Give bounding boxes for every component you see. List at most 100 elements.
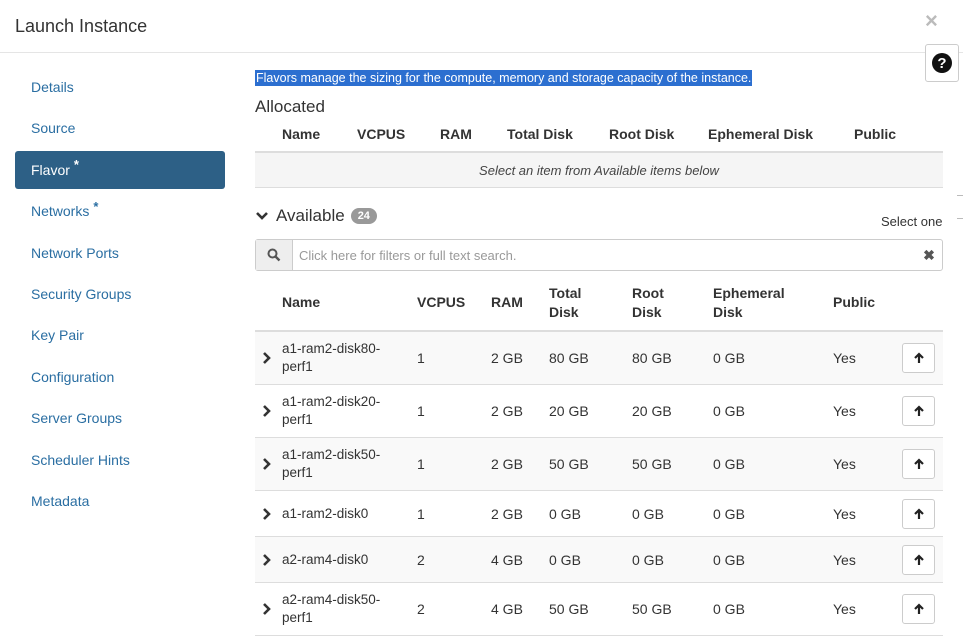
table-row[interactable]: a2-ram4-disk50-perf1 2 4 GB 50 GB 50 GB …	[255, 583, 943, 636]
column-header[interactable]: Root Disk	[632, 284, 664, 322]
column-header[interactable]: Name	[282, 126, 320, 142]
chevron-right-icon[interactable]	[262, 507, 272, 520]
table-row[interactable]: a2-ram4-disk0 2 4 GB 0 GB 0 GB 0 GB Yes	[255, 537, 943, 583]
nav-item-label: Scheduler Hints	[31, 451, 130, 468]
chevron-right-icon[interactable]	[262, 553, 272, 566]
column-header[interactable]: RAM	[491, 293, 523, 312]
column-header[interactable]: Ephemeral Disk	[708, 126, 813, 142]
flavor-name: a2-ram4-disk50-perf1	[282, 592, 381, 625]
flavor-total-disk: 50 GB	[549, 601, 589, 617]
clear-icon[interactable]: ✖	[916, 240, 942, 270]
flavor-name: a2-ram4-disk0	[282, 551, 369, 567]
column-header-line: Ephemeral	[713, 285, 785, 301]
column-header-line: Disk	[632, 304, 662, 320]
flavor-root-disk: 50 GB	[632, 456, 672, 472]
flavor-public: Yes	[833, 551, 856, 568]
flavor-public: Yes	[833, 601, 856, 617]
table-row[interactable]: a1-ram2-disk0 1 2 GB 0 GB 0 GB 0 GB Yes	[255, 491, 943, 537]
arrow-up-icon	[913, 553, 924, 565]
divider	[957, 195, 963, 196]
nav-item-label: Flavor	[31, 161, 70, 178]
flavor-ram: 2 GB	[491, 403, 523, 419]
table-row[interactable]: a1-ram2-disk80-perf1 1 2 GB 80 GB 80 GB …	[255, 332, 943, 385]
table-row[interactable]: a1-ram2-disk20-perf1 1 2 GB 20 GB 20 GB …	[255, 385, 943, 438]
nav-item-configuration[interactable]: Configuration	[15, 358, 225, 396]
allocate-button[interactable]	[902, 343, 935, 373]
nav-item-label: Key Pair	[31, 327, 84, 344]
nav-item-label: Details	[31, 79, 74, 95]
chevron-right-icon[interactable]	[262, 603, 272, 615]
flavor-ephemeral-disk: 0 GB	[713, 403, 745, 419]
nav-item-security-groups[interactable]: Security Groups	[15, 275, 225, 313]
search-icon	[256, 240, 293, 270]
chevron-right-icon[interactable]	[262, 405, 272, 417]
flavor-total-disk: 50 GB	[549, 456, 589, 472]
flavor-root-disk: 80 GB	[632, 350, 672, 366]
allocate-button[interactable]	[902, 449, 935, 479]
flavor-ephemeral-disk: 0 GB	[713, 551, 745, 568]
flavor-public: Yes	[833, 350, 856, 366]
column-header-line: Disk	[549, 304, 579, 320]
arrow-up-icon	[913, 603, 924, 614]
arrow-up-icon	[913, 405, 924, 416]
flavor-name: a1-ram2-disk80-perf1	[282, 341, 381, 374]
allocate-button[interactable]	[902, 498, 935, 529]
flavor-vcpus: 1	[417, 350, 425, 366]
flavor-public: Yes	[833, 403, 856, 419]
search-bar: ✖	[255, 239, 943, 271]
column-header[interactable]: Total Disk	[507, 126, 573, 142]
nav-item-details[interactable]: Details	[15, 68, 225, 106]
flavor-total-disk: 0 GB	[549, 505, 581, 522]
column-header[interactable]: Name	[282, 293, 320, 312]
close-icon[interactable]: ×	[925, 10, 938, 32]
column-header[interactable]: VCPUS	[417, 293, 465, 312]
nav-item-key-pair[interactable]: Key Pair	[15, 316, 225, 354]
column-header[interactable]: VCPUS	[357, 126, 405, 142]
column-header[interactable]: Root Disk	[609, 126, 674, 142]
help-button[interactable]: ?	[925, 44, 959, 82]
chevron-right-icon[interactable]	[262, 352, 272, 364]
nav-item-network-ports[interactable]: Network Ports	[15, 234, 225, 272]
flavor-ephemeral-disk: 0 GB	[713, 505, 745, 522]
column-header[interactable]: Public	[833, 293, 875, 312]
flavor-root-disk: 20 GB	[632, 403, 672, 419]
allocated-title: Allocated	[255, 97, 325, 116]
flavor-ram: 4 GB	[491, 601, 523, 617]
question-icon: ?	[932, 53, 952, 73]
flavor-vcpus: 1	[417, 456, 425, 472]
nav-item-networks[interactable]: Networks *	[15, 192, 225, 230]
table-row[interactable]: a1-ram2-disk50-perf1 1 2 GB 50 GB 50 GB …	[255, 438, 943, 491]
flavor-ram: 2 GB	[491, 456, 523, 472]
flavor-public: Yes	[833, 505, 856, 522]
flavor-ephemeral-disk: 0 GB	[713, 601, 745, 617]
column-header[interactable]: RAM	[440, 126, 472, 142]
nav-item-label: Configuration	[31, 368, 115, 385]
column-header[interactable]: Ephemeral Disk	[713, 284, 785, 322]
nav-item-scheduler-hints[interactable]: Scheduler Hints	[15, 441, 225, 479]
column-header[interactable]: Total Disk	[549, 284, 581, 322]
available-count-badge: 24	[350, 208, 377, 224]
nav-item-source[interactable]: Source	[15, 109, 225, 147]
flavor-name: a1-ram2-disk0	[282, 505, 369, 521]
available-toggle[interactable]: Available 24	[255, 206, 377, 226]
nav-item-label: Security Groups	[31, 285, 132, 302]
nav-item-metadata[interactable]: Metadata	[15, 482, 225, 520]
flavor-ram: 2 GB	[491, 505, 523, 522]
flavor-ephemeral-disk: 0 GB	[713, 350, 745, 366]
available-table-body: a1-ram2-disk80-perf1 1 2 GB 80 GB 80 GB …	[255, 332, 943, 636]
nav-item-label: Metadata	[31, 492, 90, 509]
nav-item-flavor[interactable]: Flavor *	[15, 150, 225, 189]
allocate-button[interactable]	[902, 594, 935, 624]
required-marker: *	[93, 198, 99, 214]
flavor-ephemeral-disk: 0 GB	[713, 456, 745, 472]
column-header[interactable]: Public	[854, 126, 896, 142]
search-input[interactable]	[293, 240, 916, 270]
allocate-button[interactable]	[902, 396, 935, 426]
allocate-button[interactable]	[902, 544, 935, 575]
required-marker: *	[73, 157, 79, 173]
flavor-vcpus: 2	[417, 551, 425, 568]
chevron-right-icon[interactable]	[262, 458, 272, 470]
select-hint: Select one	[881, 214, 943, 229]
flavor-name: a1-ram2-disk50-perf1	[282, 447, 381, 480]
nav-item-server-groups[interactable]: Server Groups	[15, 399, 225, 437]
